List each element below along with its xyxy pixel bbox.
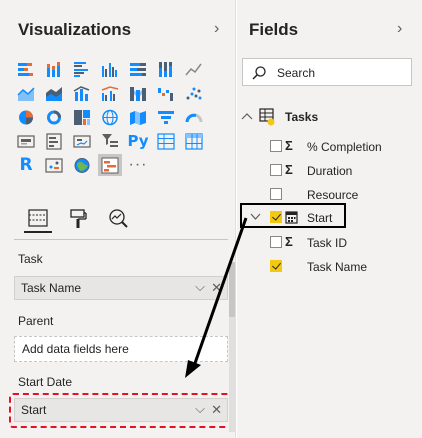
drag-arrow-icon <box>185 217 248 378</box>
